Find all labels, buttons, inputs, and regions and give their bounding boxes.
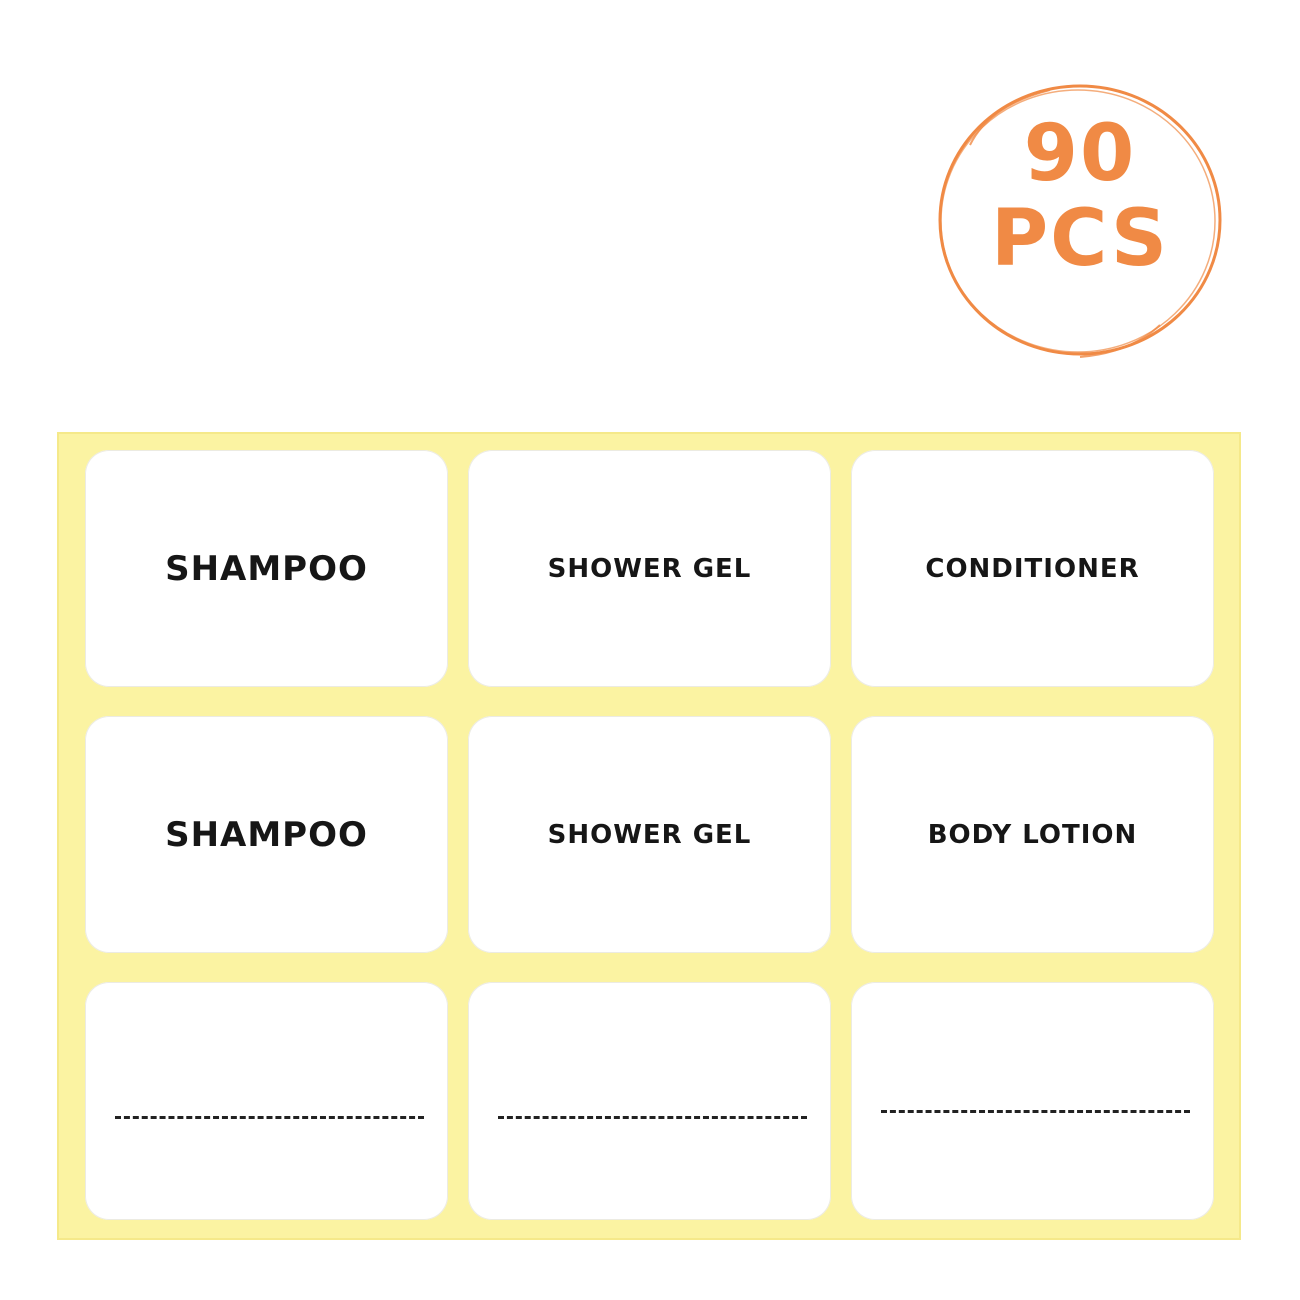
sticker-label: SHOWER GEL	[468, 450, 831, 687]
write-in-dashed-line	[115, 1116, 424, 1119]
sticker-label: SHAMPOO	[85, 450, 448, 687]
sticker-label: SHOWER GEL	[468, 716, 831, 953]
product-image: 90 PCS SHAMPOO SHOWER GEL CONDITIONER SH…	[0, 0, 1300, 1300]
sticker-label-text: SHOWER GEL	[547, 819, 752, 850]
write-in-dashed-line	[498, 1116, 807, 1119]
quantity-badge: 90 PCS	[930, 75, 1230, 365]
sticker-label-text: SHOWER GEL	[547, 553, 752, 584]
badge-count: 90	[1023, 109, 1137, 199]
sticker-label: BODY LOTION	[851, 716, 1214, 953]
blank-sticker	[85, 982, 448, 1220]
sticker-label-text: SHAMPOO	[165, 548, 368, 589]
sticker-label-text: SHAMPOO	[165, 814, 368, 855]
sticker-label: SHAMPOO	[85, 716, 448, 953]
sticker-label-text: CONDITIONER	[925, 553, 1140, 584]
badge-unit: PCS	[990, 194, 1170, 284]
write-in-dashed-line	[881, 1110, 1190, 1113]
blank-sticker	[851, 982, 1214, 1220]
blank-sticker	[468, 982, 831, 1220]
sticker-sheet: SHAMPOO SHOWER GEL CONDITIONER SHAMPOO S…	[57, 432, 1241, 1240]
sticker-label-text: BODY LOTION	[927, 819, 1138, 850]
sticker-label: CONDITIONER	[851, 450, 1214, 687]
